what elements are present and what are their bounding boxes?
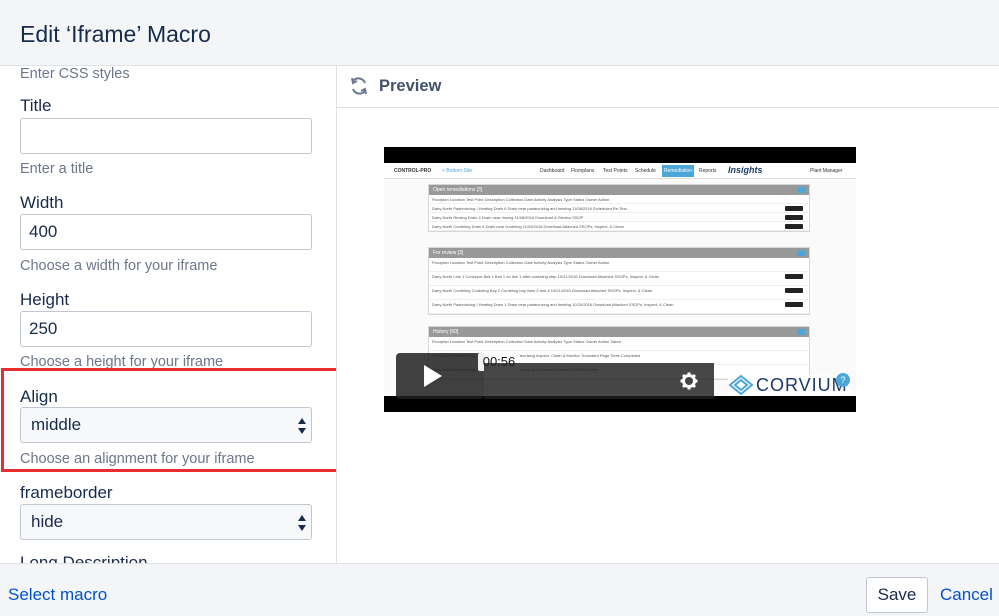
app-row: Floorplan Location Test Point Descriptio…: [429, 337, 809, 351]
frameborder-label: frameborder: [20, 483, 113, 502]
frameborder-selected-value: hide: [31, 512, 64, 531]
long-description-label: Long Description: [20, 553, 148, 563]
app-row: Floorplan Location Test Point Descriptio…: [429, 258, 809, 272]
cancel-link[interactable]: Cancel: [940, 585, 993, 605]
iframe-preview-video[interactable]: CONTROL-PRO < Bottom Site Dashboard Floo…: [384, 147, 856, 412]
width-input[interactable]: [20, 214, 312, 250]
app-row: Dairy North Line 1 Conveyor Belt 1 Belt …: [429, 272, 809, 286]
width-help: Choose a width for your iframe: [20, 258, 218, 274]
macro-parameters-panel[interactable]: Enter CSS styles Title Enter a title Wid…: [0, 66, 337, 563]
title-help: Enter a title: [20, 161, 94, 177]
align-help: Choose an alignment for your iframe: [20, 451, 255, 467]
align-label: Align: [20, 387, 58, 406]
corvium-logo-icon: [728, 374, 754, 396]
app-navbar: CONTROL-PRO < Bottom Site Dashboard Floo…: [384, 163, 856, 179]
play-button[interactable]: [396, 353, 484, 399]
app-nav-item: Reports: [699, 168, 717, 174]
title-input[interactable]: [20, 118, 312, 154]
app-row: Dairy North Curdeling Drain 6 Drain near…: [429, 222, 809, 231]
preview-panel: Preview CONTROL-PRO < Bottom Site Dashbo…: [337, 66, 999, 563]
app-nav-item: Insights: [728, 165, 763, 175]
app-logo: CONTROL-PRO: [394, 168, 432, 174]
app-row: Dairy North Pasteurizing / Heating Drain…: [429, 300, 809, 314]
app-panel: Open remediations [3] Floorplan Location…: [428, 184, 810, 232]
align-select[interactable]: middle: [20, 407, 312, 443]
app-nav-item: Test Points: [603, 168, 628, 174]
select-macro-link[interactable]: Select macro: [8, 585, 107, 605]
gear-icon[interactable]: [680, 372, 698, 390]
app-nav-item: < Bottom Site: [442, 168, 473, 174]
preview-header: Preview: [337, 66, 999, 108]
select-arrows-icon: [298, 418, 306, 434]
app-row: Dairy North Curdeling Curdeling Bay 2 Cu…: [429, 286, 809, 300]
app-panel-heading: Open remediations [3]: [429, 185, 809, 195]
app-row: Dairy North Rinsing Drain 4 Drain near r…: [429, 213, 809, 222]
width-label: Width: [20, 193, 64, 212]
select-arrows-icon: [298, 515, 306, 531]
preview-title: Preview: [379, 77, 442, 95]
app-row: Dairy North Pasteurizing / Heating Drain…: [429, 204, 809, 213]
app-panel-heading: History [60]: [429, 327, 809, 337]
app-nav-item: Schedule: [635, 168, 656, 174]
title-label: Title: [20, 96, 52, 115]
dialog-title: Edit ‘Iframe’ Macro: [20, 21, 211, 47]
help-icon: ?: [836, 373, 850, 387]
frameborder-select[interactable]: hide: [20, 504, 312, 540]
app-panel-heading: For review [3]: [429, 248, 809, 258]
app-row: Floorplan Location Test Point Descriptio…: [429, 195, 809, 204]
height-label: Height: [20, 290, 70, 309]
app-nav-item: Remediation: [662, 165, 695, 177]
align-selected-value: middle: [31, 415, 82, 434]
dialog-header: Edit ‘Iframe’ Macro: [0, 0, 999, 66]
app-nav-item: Dashboard: [540, 168, 565, 174]
app-nav-item: Plant Manager: [810, 168, 843, 174]
app-panel: For review [3] Floorplan Location Test P…: [428, 247, 810, 315]
play-icon: [424, 365, 442, 387]
refresh-icon[interactable]: [349, 76, 369, 96]
css-styles-help: Enter CSS styles: [20, 66, 130, 82]
dialog-footer: Select macro Save Cancel: [0, 563, 999, 616]
app-nav-item: Floorplans: [571, 168, 595, 174]
save-button[interactable]: Save: [866, 577, 928, 613]
height-input[interactable]: [20, 311, 312, 347]
